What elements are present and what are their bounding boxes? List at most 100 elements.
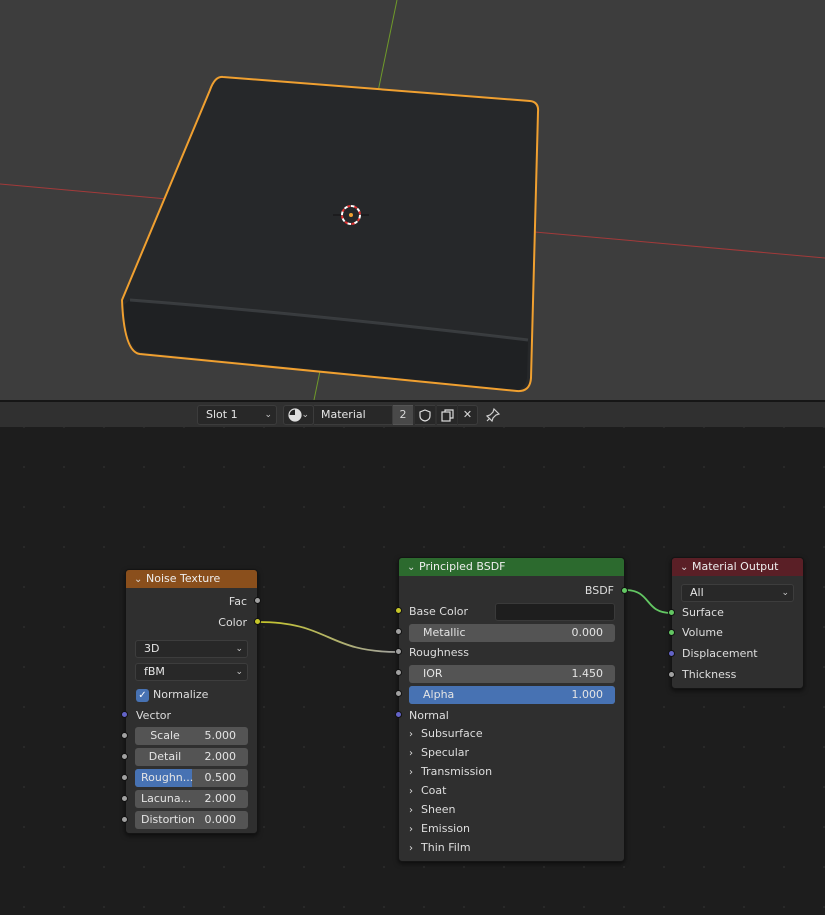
bsdf-output-label: BSDF <box>584 584 614 597</box>
panel-subsurface[interactable]: › Subsurface <box>409 725 483 743</box>
chevron-down-icon: ⌄ <box>301 410 309 420</box>
volume-input-label: Volume <box>682 626 723 639</box>
ior-input-socket[interactable] <box>395 669 402 676</box>
panel-label: Subsurface <box>421 727 483 740</box>
ior-field[interactable]: IOR 1.450 <box>409 665 615 683</box>
displacement-input-socket[interactable] <box>668 650 675 657</box>
dimensions-dropdown[interactable]: 3D ⌄ <box>135 640 248 658</box>
alpha-slider[interactable]: Alpha 1.000 <box>409 686 615 704</box>
lacunarity-input-socket[interactable] <box>121 795 128 802</box>
distortion-field[interactable]: Distortion 0.000 <box>135 811 248 829</box>
surface-input-label: Surface <box>682 606 724 619</box>
node-title: Principled BSDF <box>419 560 506 573</box>
field-value: 0.000 <box>204 813 237 826</box>
panel-specular[interactable]: › Specular <box>409 744 469 762</box>
user-count: 2 <box>399 408 407 421</box>
roughness-input-socket[interactable] <box>395 648 402 655</box>
chevron-right-icon: › <box>409 767 413 778</box>
field-label: Scale <box>150 729 180 742</box>
noise-type-value: fBM <box>144 665 165 678</box>
panel-label: Emission <box>421 822 470 835</box>
shield-icon <box>419 409 431 422</box>
chevron-down-icon[interactable]: ⌄ <box>134 571 146 589</box>
normalize-checkbox[interactable]: ✓ <box>136 689 149 702</box>
material-name: Material <box>321 408 366 421</box>
thickness-input-label: Thickness <box>682 668 737 681</box>
chevron-right-icon: › <box>409 748 413 759</box>
user-count-button[interactable]: 2 <box>393 405 413 425</box>
duplicate-icon <box>440 409 454 422</box>
scale-field[interactable]: Scale 5.000 <box>135 727 248 745</box>
chevron-right-icon: › <box>409 824 413 835</box>
normal-input-socket[interactable] <box>395 711 402 718</box>
material-name-field[interactable]: Material <box>314 405 393 425</box>
chevron-right-icon: › <box>409 843 413 854</box>
bsdf-output-socket[interactable] <box>621 587 628 594</box>
new-material-button[interactable] <box>437 405 457 425</box>
chevron-down-icon: ⌄ <box>235 667 243 677</box>
unlink-material-button[interactable]: ✕ <box>458 405 478 425</box>
field-value: 2.000 <box>204 750 237 763</box>
noise-type-dropdown[interactable]: fBM ⌄ <box>135 663 248 681</box>
output-fac-label: Fac <box>228 595 247 608</box>
lacunarity-field[interactable]: Lacuna... 2.000 <box>135 790 248 808</box>
chevron-down-icon[interactable]: ⌄ <box>680 559 692 577</box>
normal-input-label: Normal <box>409 709 449 722</box>
vector-input-socket[interactable] <box>121 711 128 718</box>
surface-input-socket[interactable] <box>668 609 675 616</box>
fake-user-button[interactable] <box>415 405 435 425</box>
base-color-label: Base Color <box>409 605 469 618</box>
detail-field[interactable]: Detail 2.000 <box>135 748 248 766</box>
panel-label: Sheen <box>421 803 456 816</box>
principled-bsdf-node[interactable]: ⌄ Principled BSDF BSDF Base Color Metalli… <box>398 557 625 862</box>
chevron-down-icon[interactable]: ⌄ <box>407 559 419 577</box>
target-value: All <box>690 586 704 599</box>
normalize-label: Normalize <box>153 688 209 701</box>
slot-label: Slot 1 <box>206 408 238 421</box>
chevron-down-icon: ⌄ <box>235 644 243 654</box>
distortion-input-socket[interactable] <box>121 816 128 823</box>
panel-emission[interactable]: › Emission <box>409 820 470 838</box>
base-color-input-socket[interactable] <box>395 607 402 614</box>
panel-transmission[interactable]: › Transmission <box>409 763 492 781</box>
viewport-scene <box>0 0 825 400</box>
alpha-input-socket[interactable] <box>395 690 402 697</box>
panel-thin-film[interactable]: › Thin Film <box>409 839 471 857</box>
pin-icon <box>485 407 501 423</box>
target-dropdown[interactable]: All ⌄ <box>681 584 794 602</box>
field-value: 0.000 <box>571 626 604 639</box>
noise-texture-node[interactable]: ⌄ Noise Texture Fac Color 3D ⌄ fBM ⌄ ✓ No… <box>125 569 258 834</box>
sphere-icon <box>288 408 302 422</box>
field-value: 1.000 <box>571 688 604 701</box>
roughness-slider[interactable]: Roughn... 0.500 <box>135 769 248 787</box>
bsdf-node-header[interactable]: ⌄ Principled BSDF <box>399 558 624 576</box>
panel-coat[interactable]: › Coat <box>409 782 446 800</box>
scale-input-socket[interactable] <box>121 732 128 739</box>
noise-node-header[interactable]: ⌄ Noise Texture <box>126 570 257 588</box>
fac-output-socket[interactable] <box>254 597 261 604</box>
roughness-input-socket[interactable] <box>121 774 128 781</box>
volume-input-socket[interactable] <box>668 629 675 636</box>
chevron-down-icon: ⌄ <box>264 410 272 420</box>
detail-input-socket[interactable] <box>121 753 128 760</box>
dimensions-value: 3D <box>144 642 160 655</box>
close-icon: ✕ <box>462 408 473 421</box>
field-label: Metallic <box>423 626 466 639</box>
thickness-input-socket[interactable] <box>668 671 675 678</box>
material-output-node[interactable]: ⌄ Material Output All ⌄ Surface Volume Di… <box>671 557 804 689</box>
browse-material-button[interactable]: ⌄ <box>283 405 314 425</box>
chevron-right-icon: › <box>409 805 413 816</box>
color-output-socket[interactable] <box>254 618 261 625</box>
chevron-right-icon: › <box>409 786 413 797</box>
output-color-label: Color <box>218 616 247 629</box>
field-label: Detail <box>148 750 182 763</box>
slot-dropdown[interactable]: Slot 1 ⌄ <box>197 405 277 425</box>
pin-button[interactable] <box>484 406 502 424</box>
metallic-field[interactable]: Metallic 0.000 <box>409 624 615 642</box>
3d-viewport[interactable] <box>0 0 825 400</box>
output-node-header[interactable]: ⌄ Material Output <box>672 558 803 576</box>
metallic-input-socket[interactable] <box>395 628 402 635</box>
field-value: 2.000 <box>204 792 237 805</box>
panel-sheen[interactable]: › Sheen <box>409 801 455 819</box>
base-color-swatch[interactable] <box>495 603 615 621</box>
